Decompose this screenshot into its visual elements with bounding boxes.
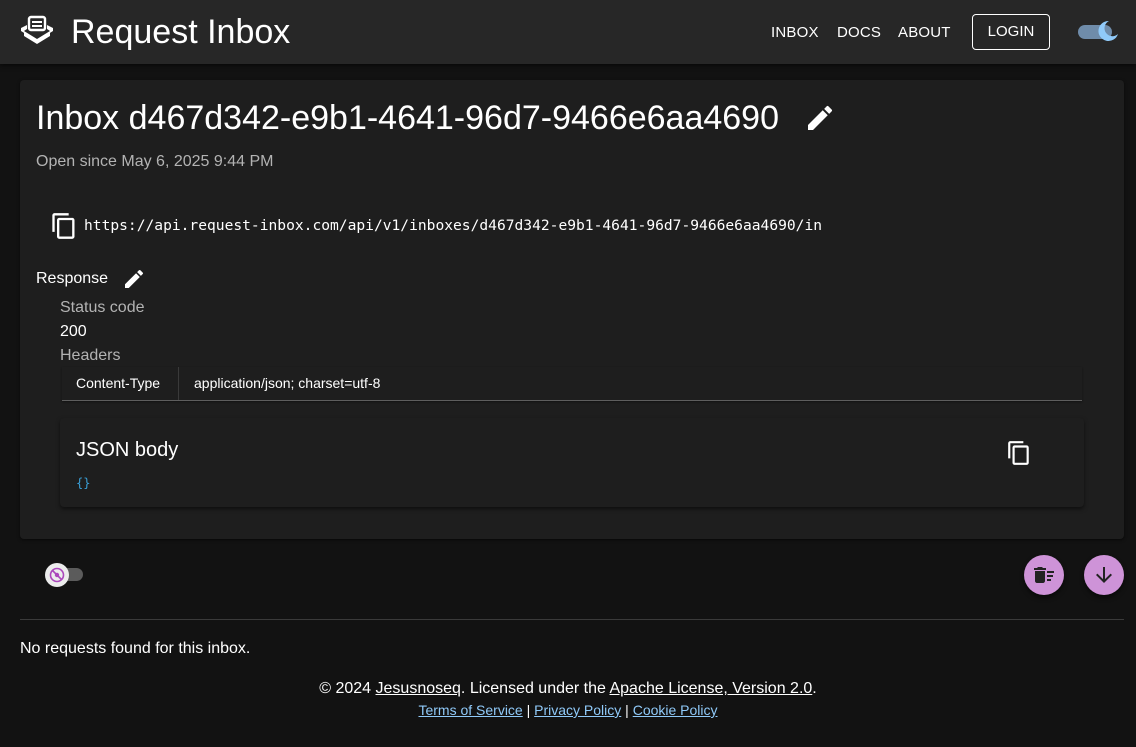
period-text: . bbox=[812, 680, 817, 697]
inbox-title: Inbox d467d342-e9b1-4641-96d7-9466e6aa46… bbox=[36, 99, 780, 137]
terms-link[interactable]: Terms of Service bbox=[418, 702, 522, 718]
moon-icon[interactable] bbox=[1094, 18, 1120, 44]
json-body-code: {} bbox=[76, 476, 91, 490]
delete-sweep-icon bbox=[1034, 567, 1054, 583]
status-code-label: Status code bbox=[60, 299, 145, 316]
inbox-url: https://api.request-inbox.com/api/v1/inb… bbox=[84, 217, 823, 234]
visibility-off-icon[interactable] bbox=[45, 563, 69, 587]
separator: | bbox=[621, 702, 633, 718]
app-title[interactable]: Request Inbox bbox=[71, 12, 290, 52]
json-body-title: JSON body bbox=[76, 439, 179, 461]
header-key: Content-Type bbox=[62, 367, 179, 400]
inbox-logo-icon[interactable] bbox=[20, 14, 54, 48]
footer-copyright: © 2024 Jesusnoseq. Licensed under the Ap… bbox=[0, 679, 1136, 698]
nav-about[interactable]: ABOUT bbox=[898, 24, 951, 41]
privacy-link[interactable]: Privacy Policy bbox=[534, 702, 621, 718]
licensed-text: . Licensed under the bbox=[460, 680, 610, 697]
header-value: application/json; charset=utf-8 bbox=[194, 375, 381, 391]
json-body-card bbox=[60, 418, 1084, 507]
divider bbox=[20, 619, 1124, 620]
login-button[interactable]: LOGIN bbox=[972, 14, 1050, 50]
author-link[interactable]: Jesusnoseq bbox=[376, 680, 461, 697]
cookie-link[interactable]: Cookie Policy bbox=[633, 702, 718, 718]
nav-docs[interactable]: DOCS bbox=[837, 24, 881, 41]
copyright-text: © 2024 bbox=[319, 680, 376, 697]
separator: | bbox=[522, 702, 535, 718]
response-label: Response bbox=[36, 270, 109, 287]
scroll-down-button[interactable] bbox=[1084, 555, 1124, 595]
open-since-text: Open since May 6, 2025 9:44 PM bbox=[36, 153, 274, 170]
delete-requests-button[interactable] bbox=[1024, 555, 1064, 595]
arrow-down-icon bbox=[1096, 567, 1112, 583]
edit-title-icon[interactable] bbox=[804, 102, 836, 134]
edit-response-icon[interactable] bbox=[122, 267, 146, 291]
nav-inbox[interactable]: INBOX bbox=[771, 24, 819, 41]
headers-label: Headers bbox=[60, 347, 121, 364]
footer-links: Terms of Service | Privacy Policy | Cook… bbox=[0, 702, 1136, 719]
license-link[interactable]: Apache License, Version 2.0 bbox=[609, 680, 812, 697]
no-requests-message: No requests found for this inbox. bbox=[20, 640, 251, 657]
status-code-value: 200 bbox=[60, 323, 87, 340]
copy-json-icon[interactable] bbox=[1006, 440, 1032, 466]
copy-icon[interactable] bbox=[50, 212, 78, 240]
headers-table: Content-Type application/json; charset=u… bbox=[62, 367, 1082, 401]
